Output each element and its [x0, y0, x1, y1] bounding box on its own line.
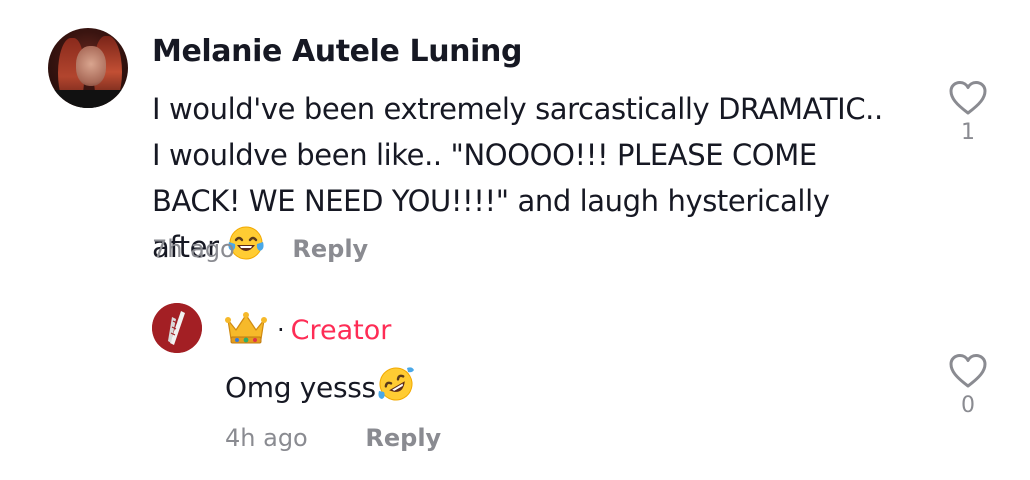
avatar[interactable] — [48, 28, 128, 108]
quill-logo-icon — [152, 303, 202, 353]
reply-meta: 4h ago Reply — [225, 424, 441, 452]
comment-author[interactable]: Melanie Autele Luning — [152, 34, 522, 69]
reply-text-content: Omg yesss — [225, 371, 376, 404]
creator-badge: Creator — [290, 314, 392, 346]
like-count: 1 — [961, 120, 975, 145]
heart-outline-icon[interactable] — [948, 80, 988, 116]
crown-icon — [225, 311, 267, 350]
reply-text: Omg yesss — [225, 365, 416, 410]
avatar-shirt — [48, 90, 128, 108]
reply-button[interactable]: Reply — [292, 235, 368, 263]
like-control: 1 — [938, 80, 998, 145]
reply-like-control: 0 — [938, 353, 998, 418]
separator-dot: · — [277, 316, 285, 344]
reply-button[interactable]: Reply — [365, 424, 441, 452]
reply-avatar[interactable] — [152, 303, 202, 353]
reply-header: · Creator — [225, 310, 391, 350]
avatar-face — [76, 46, 106, 86]
rolling-on-the-floor-laughing-icon — [376, 365, 416, 410]
reply-like-count: 0 — [961, 393, 975, 418]
comment-timestamp: 7h ago — [152, 235, 235, 263]
comment-meta: 7h ago Reply — [152, 235, 368, 263]
reply-timestamp: 4h ago — [225, 424, 308, 452]
heart-outline-icon[interactable] — [948, 353, 988, 389]
